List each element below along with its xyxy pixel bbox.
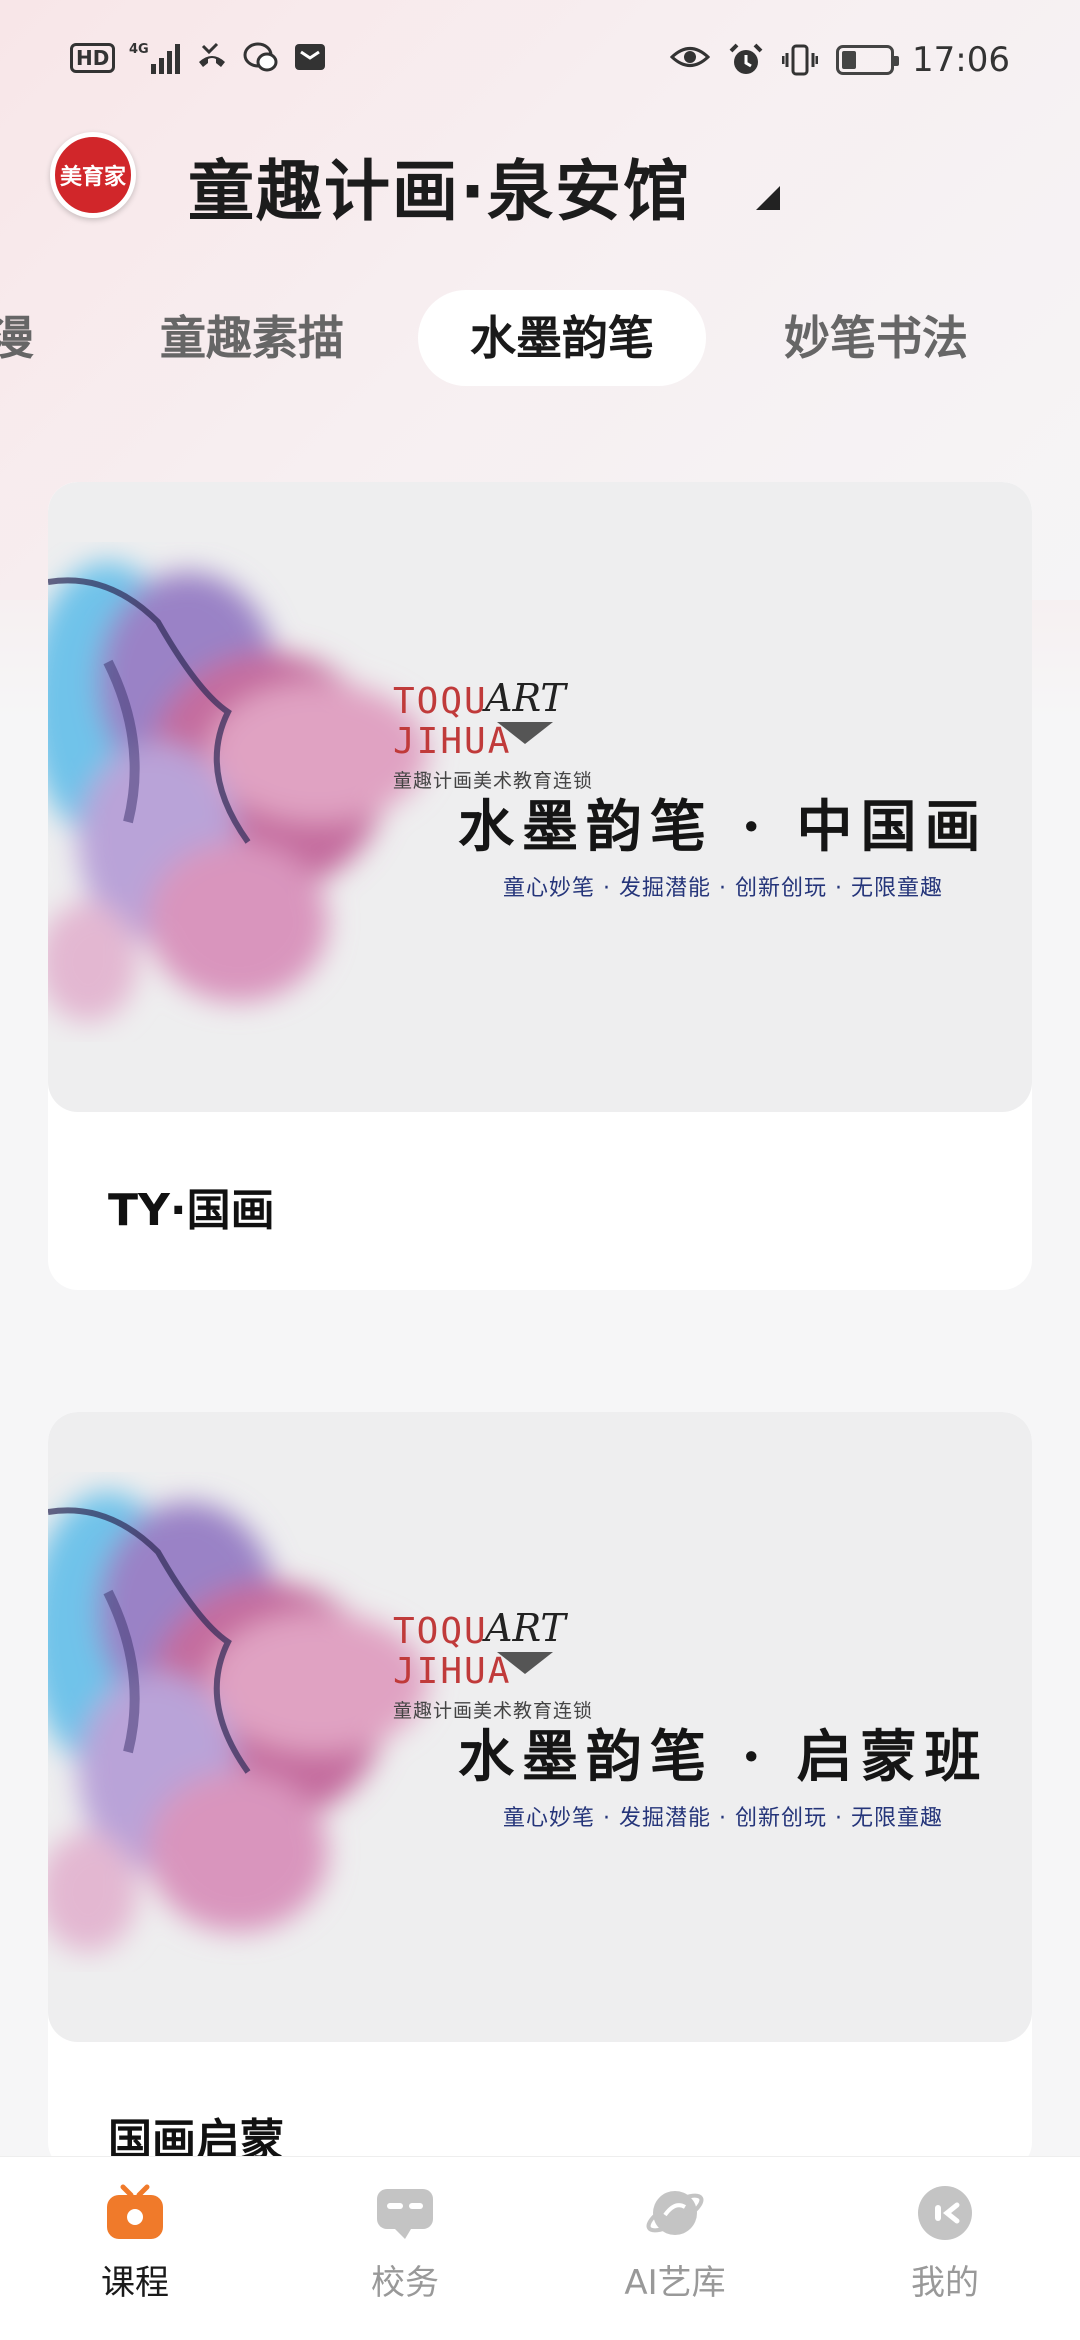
banner-slogan: 童心妙笔 · 发掘潜能 · 创新创玩 · 无限童趣 — [503, 876, 943, 901]
nav-profile[interactable]: 我的 — [865, 2183, 1025, 2304]
brand-art: ART — [485, 676, 566, 720]
nav-label: 我的 — [911, 2263, 979, 2303]
eye-icon — [669, 42, 711, 78]
hd-icon: HD — [70, 43, 116, 73]
brand-triangle-icon — [497, 1652, 553, 1674]
bottom-nav: 课程 校务 AI艺库 我的 — [0, 2156, 1080, 2340]
vibrate-icon — [781, 42, 819, 78]
status-bar: HD 4G 17:06 — [0, 0, 1080, 120]
course-banner[interactable]: TOQU JIHUA ART 童趣计画美术教育连锁 水墨韵笔 · 启蒙班 童心妙… — [48, 1412, 1032, 2042]
nav-label: AI艺库 — [624, 2263, 726, 2303]
brand-en-line2: JIHUA — [393, 721, 512, 762]
school-name-selector[interactable]: 童趣计画·泉安馆 — [188, 138, 691, 234]
tab-sketch[interactable]: 童趣素描 — [160, 290, 344, 386]
tab-ink-painting[interactable]: 水墨韵笔 — [418, 290, 706, 386]
battery-fill — [842, 51, 856, 69]
course-banner[interactable]: TOQU JIHUA ART 童趣计画美术教育连锁 水墨韵笔 · 中国画 童心妙… — [48, 482, 1032, 1112]
brand-en-line2: JIHUA — [393, 1651, 512, 1692]
category-tabs: 漫 童趣素描 水墨韵笔 妙笔书法 — [0, 290, 1080, 390]
tab-comic[interactable]: 漫 — [0, 290, 34, 386]
profile-icon — [918, 2186, 972, 2240]
signal-icon: 4G — [129, 40, 181, 76]
brand-triangle-icon — [497, 722, 553, 744]
banner-headline: 水墨韵笔 · 中国画 — [458, 794, 989, 860]
dropdown-caret-icon[interactable] — [756, 186, 780, 210]
nav-courses[interactable]: 课程 — [55, 2183, 215, 2304]
chat-icon — [377, 2189, 433, 2239]
course-card[interactable]: TOQU JIHUA ART 童趣计画美术教育连锁 水墨韵笔 · 中国画 童心妙… — [48, 482, 1032, 1290]
course-title[interactable]: TY·国画 — [108, 1174, 275, 1238]
battery-icon — [836, 45, 900, 75]
tv-icon — [107, 2184, 163, 2239]
banner-slogan: 童心妙笔 · 发掘潜能 · 创新创玩 · 无限童趣 — [503, 1806, 943, 1831]
planet-icon — [646, 2191, 704, 2235]
brand-logo: TOQU JIHUA ART 童趣计画美术教育连锁 — [393, 1606, 593, 1723]
nav-label: 校务 — [371, 2263, 439, 2303]
brand-logo: TOQU JIHUA ART 童趣计画美术教育连锁 — [393, 676, 593, 793]
app-notification-icon — [293, 40, 327, 76]
network-gen-label: 4G — [129, 42, 149, 57]
school-logo[interactable]: 美育家 — [50, 132, 136, 218]
clock: 17:06 — [912, 40, 1010, 80]
banner-headline: 水墨韵笔 · 启蒙班 — [458, 1724, 989, 1790]
nav-school-affairs[interactable]: 校务 — [325, 2183, 485, 2304]
alarm-icon — [728, 42, 764, 78]
tab-calligraphy[interactable]: 妙笔书法 — [784, 290, 968, 386]
nav-ai-library[interactable]: AI艺库 — [595, 2183, 755, 2304]
course-card[interactable]: TOQU JIHUA ART 童趣计画美术教育连锁 水墨韵笔 · 启蒙班 童心妙… — [48, 1412, 1032, 2172]
wechat-icon — [243, 40, 279, 76]
brand-art: ART — [485, 1606, 566, 1650]
logo-text: 美育家 — [59, 165, 126, 190]
nav-label: 课程 — [101, 2263, 169, 2303]
missed-call-icon — [195, 40, 229, 76]
